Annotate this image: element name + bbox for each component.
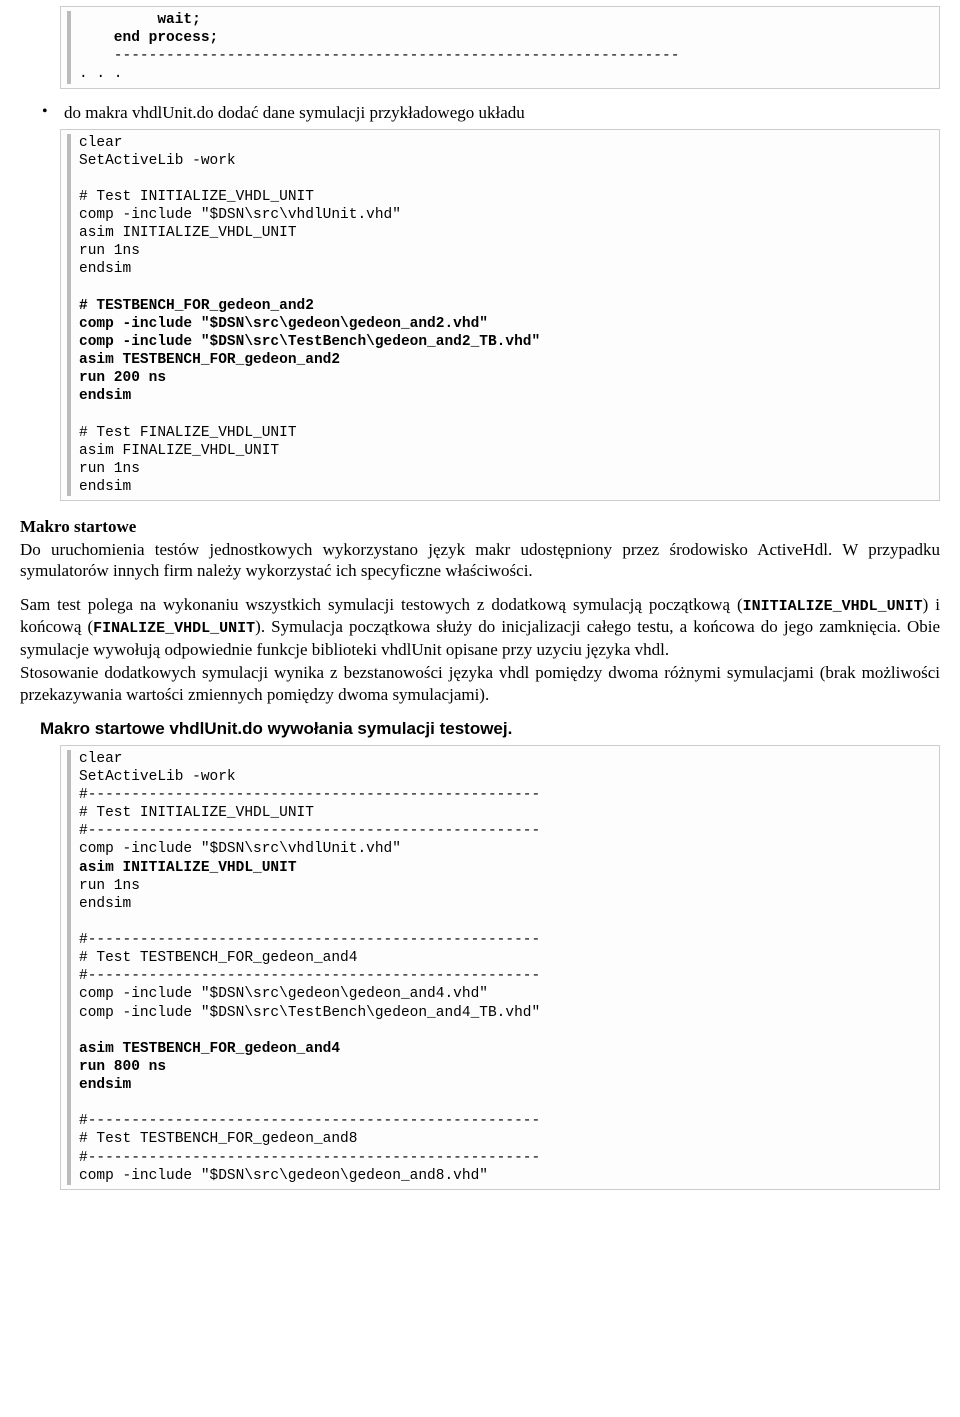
code-line: comp -include "$DSN\src\gedeon\gedeon_an… <box>79 1168 488 1184</box>
code-line: #---------------------------------------… <box>79 968 540 984</box>
code-line: run 1ns <box>79 243 140 259</box>
code-line: # TESTBENCH_FOR_gedeon_and2 <box>79 298 314 314</box>
code-line: endsim <box>79 1077 131 1093</box>
paragraph: Sam test polega na wykonaniu wszystkich … <box>20 594 940 661</box>
keyword-initialize: INITIALIZE_VHDL_UNIT <box>743 598 923 615</box>
code-line: comp -include "$DSN\src\vhdlUnit.vhd" <box>79 841 401 857</box>
code-line: comp -include "$DSN\src\TestBench\gedeon… <box>79 1005 540 1021</box>
paragraph: Do uruchomienia testów jednostkowych wyk… <box>20 539 940 582</box>
code-line: clear <box>79 135 123 151</box>
code-line: comp -include "$DSN\src\vhdlUnit.vhd" <box>79 207 401 223</box>
code-line: #---------------------------------------… <box>79 1113 540 1129</box>
sub-heading: Makro startowe vhdlUnit.do wywołania sym… <box>40 719 940 739</box>
code-line: ----------------------------------------… <box>79 48 679 64</box>
keyword-finalize: FINALIZE_VHDL_UNIT <box>93 620 255 637</box>
code-line: #---------------------------------------… <box>79 823 540 839</box>
section-heading: Makro startowe <box>20 517 940 537</box>
code-line: SetActiveLib -work <box>79 153 236 169</box>
code-pre: clear SetActiveLib -work #--------------… <box>67 750 933 1185</box>
bullet-item: • do makra vhdlUnit.do dodać dane symula… <box>42 103 940 123</box>
code-line: # Test TESTBENCH_FOR_gedeon_and4 <box>79 950 357 966</box>
code-line: run 200 ns <box>79 370 166 386</box>
code-line: run 1ns <box>79 878 140 894</box>
code-line: #---------------------------------------… <box>79 787 540 803</box>
code-line: comp -include "$DSN\src\TestBench\gedeon… <box>79 334 540 350</box>
code-line: run 1ns <box>79 461 140 477</box>
code-line: run 800 ns <box>79 1059 166 1075</box>
code-line: endsim <box>79 896 131 912</box>
code-line: endsim <box>79 388 131 404</box>
code-line: asim TESTBENCH_FOR_gedeon_and4 <box>79 1041 340 1057</box>
paragraph: Stosowanie dodatkowych symulacji wynika … <box>20 662 940 705</box>
bullet-text: do makra vhdlUnit.do dodać dane symulacj… <box>64 103 525 123</box>
code-line: endsim <box>79 479 131 495</box>
code-line: # Test INITIALIZE_VHDL_UNIT <box>79 189 314 205</box>
code-line: asim TESTBENCH_FOR_gedeon_and2 <box>79 352 340 368</box>
code-line: #---------------------------------------… <box>79 932 540 948</box>
code-line: SetActiveLib -work <box>79 769 236 785</box>
bullet-icon: • <box>42 103 64 121</box>
code-line: asim INITIALIZE_VHDL_UNIT <box>79 860 297 876</box>
code-line: . . . <box>79 66 123 82</box>
code-line: wait; <box>79 12 201 28</box>
code-line: #---------------------------------------… <box>79 1150 540 1166</box>
code-line: asim FINALIZE_VHDL_UNIT <box>79 443 279 459</box>
code-pre: clear SetActiveLib -work # Test INITIALI… <box>67 134 933 497</box>
code-block-snippet-end: wait; end process; ---------------------… <box>60 6 940 89</box>
code-line: # Test FINALIZE_VHDL_UNIT <box>79 425 297 441</box>
document-page: wait; end process; ---------------------… <box>0 6 960 1224</box>
code-line: clear <box>79 751 123 767</box>
code-line: end process; <box>79 30 218 46</box>
code-line: endsim <box>79 261 131 277</box>
code-block-macro-start: clear SetActiveLib -work #--------------… <box>60 745 940 1190</box>
text-span: Sam test polega na wykonaniu wszystkich … <box>20 595 743 614</box>
code-line: asim INITIALIZE_VHDL_UNIT <box>79 225 297 241</box>
code-line: # Test INITIALIZE_VHDL_UNIT <box>79 805 314 821</box>
code-line: # Test TESTBENCH_FOR_gedeon_and8 <box>79 1131 357 1147</box>
code-line: comp -include "$DSN\src\gedeon\gedeon_an… <box>79 316 488 332</box>
code-block-macro-example: clear SetActiveLib -work # Test INITIALI… <box>60 129 940 502</box>
code-line: comp -include "$DSN\src\gedeon\gedeon_an… <box>79 986 488 1002</box>
code-pre: wait; end process; ---------------------… <box>67 11 933 84</box>
